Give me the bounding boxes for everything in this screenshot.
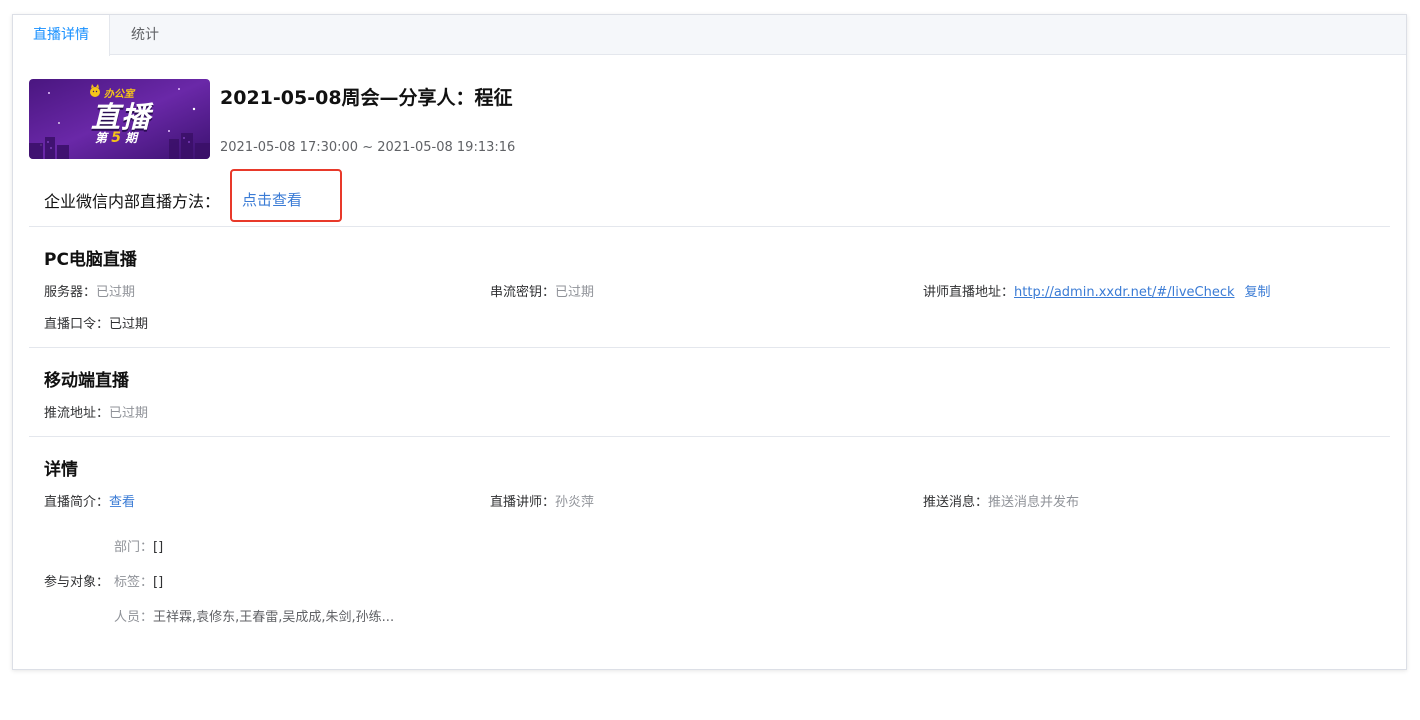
divider: [29, 226, 1390, 227]
push-message-value: 推送消息并发布: [988, 495, 1080, 510]
live-time-range: 2021-05-08 17:30:00 ~ 2021-05-08 19:13:1…: [220, 140, 516, 155]
live-password-field: 直播口令：已过期: [44, 313, 148, 332]
tab-bar: 直播详情 统计: [13, 15, 1406, 56]
participants-label: 参与对象：: [44, 571, 109, 590]
push-url-label: 推流地址：: [44, 406, 110, 421]
pc-stream-key-field: 串流密钥：已过期: [490, 281, 594, 300]
people-field: 人员：王祥霖,袁修东,王春雷,吴成成,朱剑,孙练...: [114, 606, 394, 625]
cover-issue-prefix: 第: [95, 131, 108, 145]
lecturer-url-link[interactable]: http://admin.xxdr.net/#/liveCheck: [1014, 285, 1235, 300]
lecturer-label: 直播讲师：: [490, 495, 556, 510]
department-label: 部门：: [114, 540, 154, 555]
department-value: []: [153, 540, 164, 555]
mobile-live-title: 移动端直播: [44, 371, 129, 391]
view-method-link[interactable]: 点击查看: [242, 189, 302, 210]
tab-live-detail[interactable]: 直播详情: [13, 15, 110, 56]
live-detail-card: 直播详情 统计 办公室 直播 第 5 期 2021-05-08周会—分享人：程征…: [12, 14, 1407, 670]
wecom-method-highlight: 点击查看: [230, 169, 342, 222]
department-field: 部门：[]: [114, 536, 163, 555]
tab-statistics[interactable]: 统计: [110, 15, 180, 55]
cover-issue-number: 5: [111, 130, 121, 146]
push-message-label: 推送消息：: [923, 495, 989, 510]
pc-live-title: PC电脑直播: [44, 250, 137, 270]
lecturer-url-label: 讲师直播地址：: [923, 285, 1015, 300]
view-intro-link[interactable]: 查看: [109, 495, 135, 510]
live-title: 2021-05-08周会—分享人：程征: [220, 87, 513, 109]
live-password-value: 已过期: [109, 317, 149, 332]
stream-key-value: 已过期: [555, 285, 595, 300]
divider: [29, 436, 1390, 437]
pc-server-field: 服务器：已过期: [44, 281, 135, 300]
push-url-value: 已过期: [109, 406, 149, 421]
details-title: 详情: [44, 460, 78, 480]
copy-button[interactable]: 复制: [1245, 285, 1271, 300]
cover-issue-suffix: 期: [125, 131, 138, 145]
people-label: 人员：: [114, 610, 154, 625]
lecturer-url-field: 讲师直播地址：http://admin.xxdr.net/#/liveCheck…: [923, 281, 1271, 300]
server-value: 已过期: [96, 285, 136, 300]
live-cover-image: 办公室 直播 第 5 期: [29, 79, 210, 159]
server-label: 服务器：: [44, 285, 97, 300]
tag-label: 标签：: [114, 575, 154, 590]
lecturer-field: 直播讲师：孙炎萍: [490, 491, 594, 510]
participants-label-text: 参与对象：: [44, 575, 110, 590]
intro-field: 直播简介：查看: [44, 491, 135, 510]
cover-issue-label: 第 5 期: [95, 129, 137, 146]
live-password-label: 直播口令：: [44, 317, 110, 332]
intro-label: 直播简介：: [44, 495, 110, 510]
tag-field: 标签：[]: [114, 571, 163, 590]
divider: [29, 347, 1390, 348]
push-url-field: 推流地址：已过期: [44, 402, 148, 421]
tag-value: []: [153, 575, 164, 590]
people-value: 王祥霖,袁修东,王春雷,吴成成,朱剑,孙练...: [153, 610, 395, 625]
lecturer-value: 孙炎萍: [555, 495, 595, 510]
push-message-field: 推送消息：推送消息并发布: [923, 491, 1079, 510]
stream-key-label: 串流密钥：: [490, 285, 556, 300]
wecom-method-label: 企业微信内部直播方法：: [44, 192, 221, 211]
